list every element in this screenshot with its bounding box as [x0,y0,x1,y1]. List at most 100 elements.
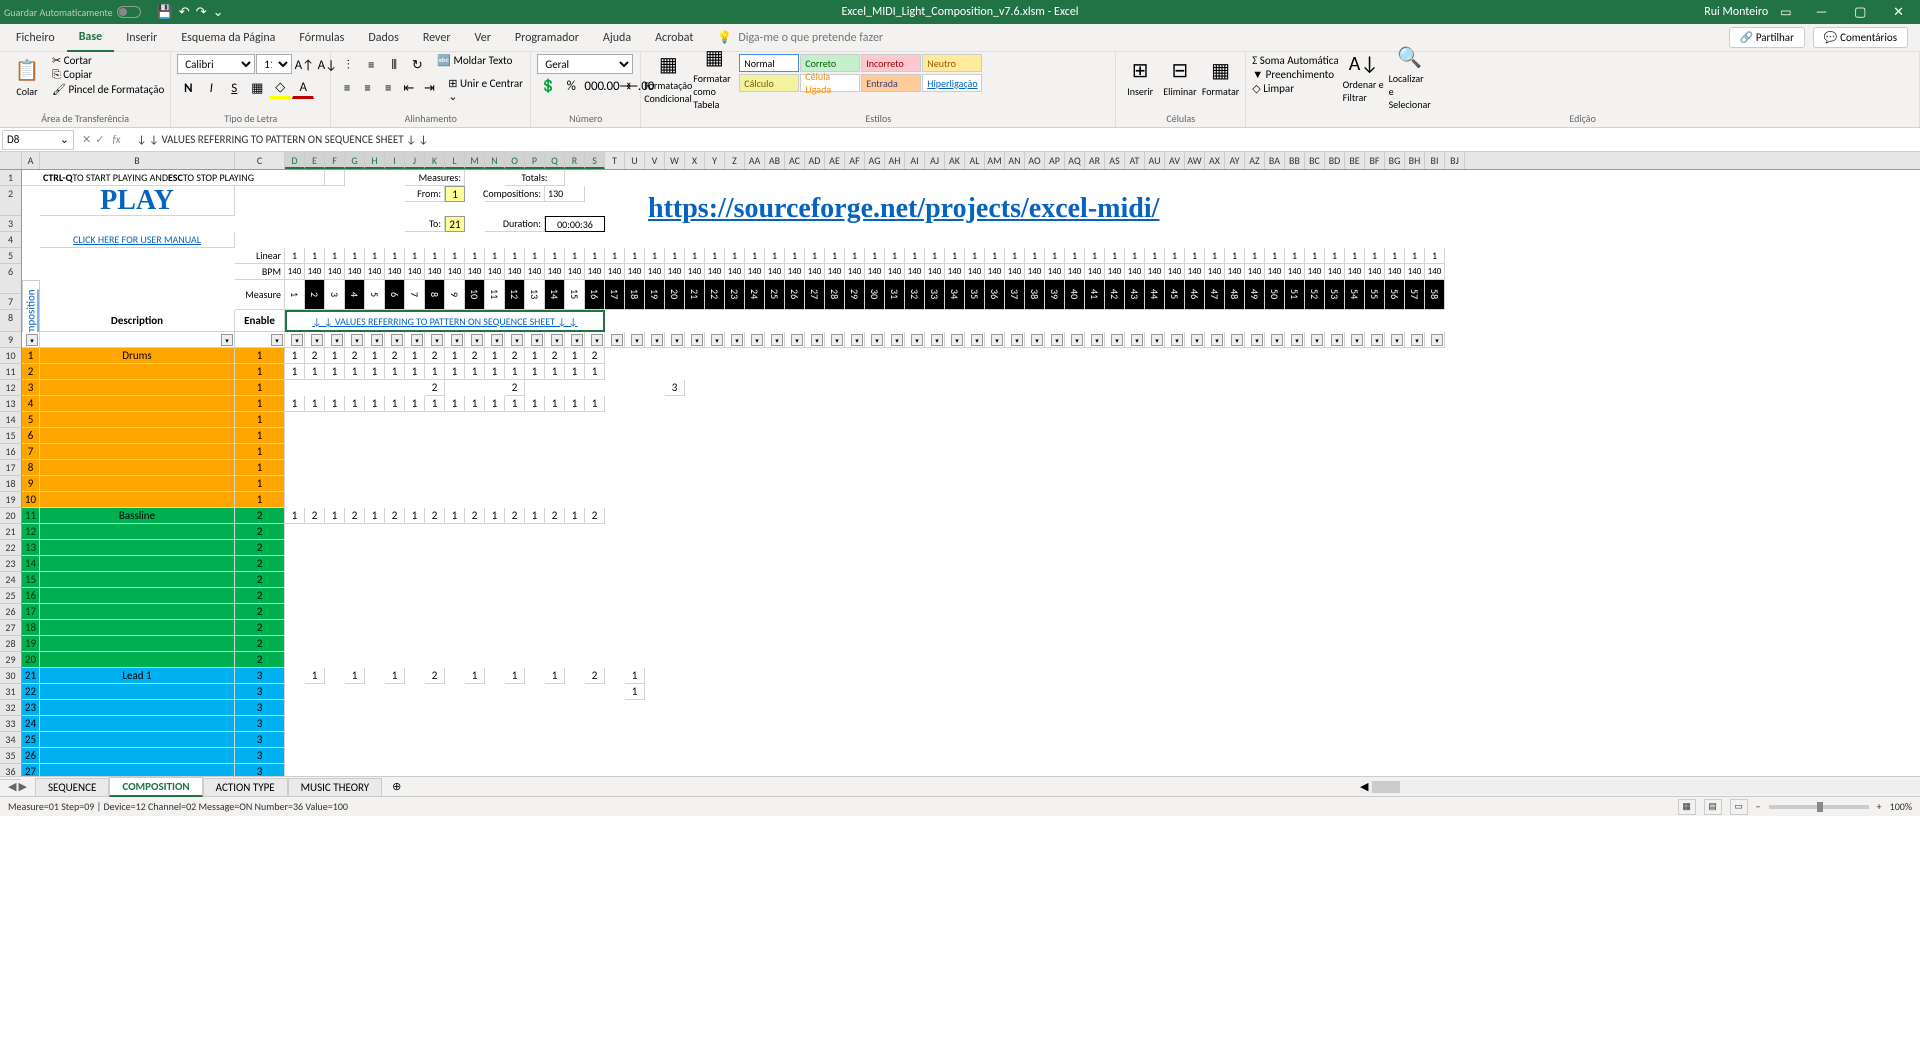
cell[interactable] [40,684,235,700]
cell[interactable]: 140 [725,264,745,280]
cell[interactable]: 2 [345,348,365,364]
col-header-Z[interactable]: Z [725,152,745,169]
cell[interactable]: 54 [1345,280,1365,310]
cell[interactable] [40,732,235,748]
filter-dropdown-icon[interactable]: ▾ [1231,334,1243,346]
cell[interactable]: ▾ [725,332,745,348]
filter-dropdown-icon[interactable]: ▾ [1111,334,1123,346]
cell[interactable]: ▾ [1245,332,1265,348]
filter-dropdown-icon[interactable]: ▾ [1291,334,1303,346]
cell[interactable]: 140 [1045,264,1065,280]
cell[interactable]: 1 [365,348,385,364]
user-name[interactable]: Rui Monteiro [1704,5,1768,19]
cell[interactable]: Bassline [40,508,235,524]
cell[interactable]: ▾ [305,332,325,348]
cell[interactable]: 140 [1185,264,1205,280]
cell[interactable]: 24 [22,716,40,732]
cell[interactable]: 3 [235,716,285,732]
font-color-icon[interactable]: A [292,77,314,99]
cell[interactable]: 140 [665,264,685,280]
cell[interactable]: 29 [845,280,865,310]
col-header-R[interactable]: R [565,152,585,169]
cell[interactable]: 140 [1025,264,1045,280]
cell[interactable]: 140 [765,264,785,280]
format-cells-button[interactable]: ▦Formatar [1202,54,1239,102]
confirm-formula-icon[interactable]: ✓ [95,133,104,146]
cell[interactable]: 1 [385,668,405,684]
col-header-AP[interactable]: AP [1045,152,1065,169]
filter-dropdown-icon[interactable]: ▾ [1191,334,1203,346]
filter-dropdown-icon[interactable]: ▾ [611,334,623,346]
filter-dropdown-icon[interactable]: ▾ [1151,334,1163,346]
cell[interactable]: 1 [235,476,285,492]
cell[interactable]: 1 [925,248,945,264]
customize-qat-icon[interactable]: ⌄ [213,5,224,20]
cell[interactable]: 1 [765,248,785,264]
cell[interactable]: ▾ [565,332,585,348]
filter-dropdown-icon[interactable]: ▾ [391,334,403,346]
undo-icon[interactable]: ↶ [179,5,190,20]
col-header-BE[interactable]: BE [1345,152,1365,169]
cell[interactable]: 46 [1185,280,1205,310]
cell[interactable]: 1 [625,668,645,684]
col-header-AK[interactable]: AK [945,152,965,169]
cell[interactable]: 140 [1245,264,1265,280]
cell[interactable]: 00:00:36 [545,216,605,232]
cell[interactable]: 13 [22,540,40,556]
cell[interactable]: 1 [285,508,305,524]
cell[interactable]: ▾ [865,332,885,348]
cell[interactable]: 1 [235,396,285,412]
row-header-11[interactable]: 11 [0,364,21,380]
border-icon[interactable]: ▦ [246,77,268,99]
cell[interactable]: 2 [505,348,525,364]
cell[interactable]: 10 [465,280,485,310]
cell[interactable]: 140 [685,264,705,280]
cell[interactable]: 1 [325,248,345,264]
cell[interactable]: 1 [1005,248,1025,264]
col-header-G[interactable]: G [345,152,365,169]
cell[interactable]: 32 [905,280,925,310]
cell[interactable]: 21 [22,668,40,684]
row-header-1[interactable]: 1 [0,170,21,186]
cell[interactable]: 1 [545,248,565,264]
filter-dropdown-icon[interactable]: ▾ [591,334,603,346]
col-header-AS[interactable]: AS [1105,152,1125,169]
cell[interactable]: ▾ [365,332,385,348]
cell[interactable]: 1 [565,396,585,412]
cell[interactable]: ▾ [945,332,965,348]
cell[interactable]: 1 [845,248,865,264]
cell[interactable]: Linear [235,248,285,264]
filter-dropdown-icon[interactable]: ▾ [1071,334,1083,346]
orientation-icon[interactable]: ↻ [406,54,428,76]
cell[interactable]: 140 [745,264,765,280]
cell[interactable]: ▾ [905,332,925,348]
style-neutro[interactable]: Neutro [922,54,982,72]
cell[interactable]: 20 [22,652,40,668]
cell[interactable]: 2 [235,604,285,620]
fill-color-icon[interactable]: ◇ [269,77,291,99]
col-header-S[interactable]: S [585,152,605,169]
cell[interactable]: 48 [1225,280,1245,310]
cell[interactable]: 11 [22,508,40,524]
cell[interactable]: 1 [1405,248,1425,264]
cell[interactable]: 140 [485,264,505,280]
comments-button[interactable]: 💬 Comentários [1813,27,1908,48]
filter-dropdown-icon[interactable]: ▾ [1031,334,1043,346]
cell[interactable]: ▾ [685,332,705,348]
cell[interactable]: 4 [345,280,365,310]
cell[interactable]: ▾ [505,332,525,348]
col-header-BH[interactable]: BH [1405,152,1425,169]
cell[interactable]: ▾ [325,332,345,348]
cell[interactable]: 1 [465,364,485,380]
filter-dropdown-icon[interactable]: ▾ [1271,334,1283,346]
cell[interactable]: 2 [425,348,445,364]
cell[interactable]: Drums [40,348,235,364]
cell[interactable]: 12 [22,524,40,540]
row-header-24[interactable]: 24 [0,572,21,588]
cell[interactable]: ▾ [1025,332,1045,348]
cell[interactable]: ▾ [665,332,685,348]
cell[interactable]: 2 [425,508,445,524]
filter-dropdown-icon[interactable]: ▾ [551,334,563,346]
filter-dropdown-icon[interactable]: ▾ [691,334,703,346]
cell[interactable]: 2 [305,280,325,310]
